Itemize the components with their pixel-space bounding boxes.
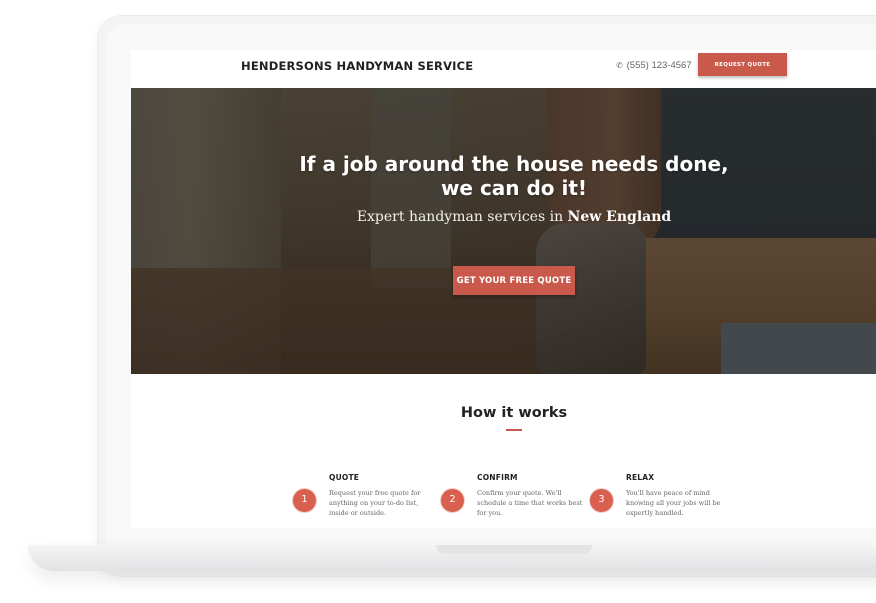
website-screen: HENDERSONS HANDYMAN SERVICE ✆ (555) 123-… bbox=[131, 50, 876, 528]
step-title: QUOTE bbox=[329, 473, 360, 482]
step-quote: 1 QUOTE Request your free quote for anyt… bbox=[292, 473, 442, 528]
how-it-works-title: How it works bbox=[460, 405, 568, 421]
step-description: Request your free quote for anything on … bbox=[329, 488, 447, 518]
hero-title-line-2: we can do it! bbox=[440, 176, 588, 200]
how-it-works-underline bbox=[506, 429, 522, 431]
navbar: HENDERSONS HANDYMAN SERVICE ✆ (555) 123-… bbox=[131, 50, 876, 88]
laptop-base-notch bbox=[436, 545, 592, 554]
phone-icon: ✆ bbox=[616, 61, 623, 70]
hero-subtitle-prefix: Expert handyman services in bbox=[356, 209, 568, 225]
hero-subtitle-emphasis: New England bbox=[567, 209, 672, 225]
hero-background-image bbox=[131, 88, 876, 374]
phone-number[interactable]: ✆ (555) 123-4567 bbox=[615, 60, 692, 71]
hero-overlay bbox=[131, 88, 876, 374]
step-description-line: You'll have peace of mind bbox=[626, 489, 710, 497]
step-description: Confirm your quote. We'll schedule a tim… bbox=[477, 488, 595, 518]
step-description: You'll have peace of mind knowing all yo… bbox=[626, 488, 744, 518]
step-description-line: knowing all your jobs will be bbox=[626, 499, 721, 507]
step-title: RELAX bbox=[626, 473, 655, 482]
step-description-line: Request your free quote for bbox=[329, 489, 421, 497]
hero-subtitle: Expert handyman services in New England bbox=[131, 209, 876, 225]
hero-title-line-1: If a job around the house needs done, bbox=[299, 152, 729, 176]
request-quote-button[interactable]: REQUEST QUOTE bbox=[698, 53, 787, 76]
step-number-badge: 2 bbox=[440, 488, 465, 513]
step-confirm: 2 CONFIRM Confirm your quote. We'll sche… bbox=[440, 473, 590, 528]
hero-title: If a job around the house needs done, we… bbox=[131, 152, 876, 200]
step-description-line: expertly handled. bbox=[626, 509, 684, 517]
phone-number-text: (555) 123-4567 bbox=[626, 60, 692, 71]
step-title: CONFIRM bbox=[477, 473, 518, 482]
step-number-badge: 3 bbox=[589, 488, 614, 513]
hero-section: If a job around the house needs done, we… bbox=[131, 88, 876, 374]
step-number-badge: 1 bbox=[292, 488, 317, 513]
laptop-mockup: HENDERSONS HANDYMAN SERVICE ✆ (555) 123-… bbox=[0, 0, 876, 603]
step-description-line: inside or outside. bbox=[329, 509, 387, 517]
step-description-line: anything on your to-do list, bbox=[329, 499, 419, 507]
step-description-line: Confirm your quote. We'll bbox=[477, 489, 562, 497]
step-description-line: schedule a time that works best bbox=[477, 499, 583, 507]
brand-logo[interactable]: HENDERSONS HANDYMAN SERVICE bbox=[241, 59, 473, 73]
get-free-quote-button[interactable]: GET YOUR FREE QUOTE bbox=[453, 266, 575, 295]
step-relax: 3 RELAX You'll have peace of mind knowin… bbox=[589, 473, 739, 528]
step-description-line: for you. bbox=[477, 509, 503, 517]
